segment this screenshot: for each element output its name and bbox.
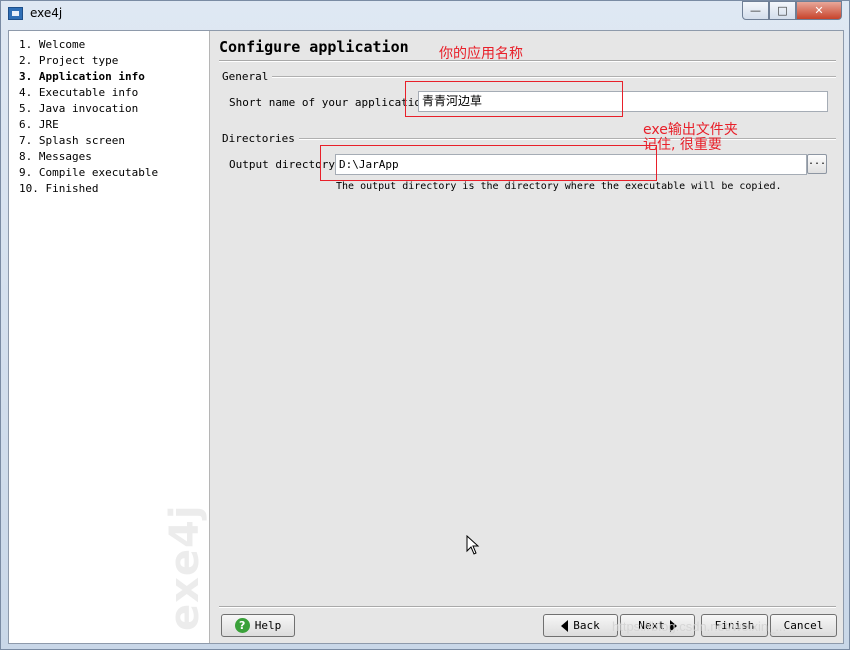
general-group-line — [222, 76, 836, 78]
step-item-active: 3. Application info — [19, 70, 145, 83]
step-item: 2. Project type — [19, 54, 119, 67]
header-divider — [219, 60, 836, 62]
exe4j-watermark: exe4j — [162, 504, 208, 631]
short-name-label: Short name of your application: — [229, 96, 435, 109]
page-title: Configure application — [219, 38, 409, 56]
back-button[interactable]: Back — [543, 614, 618, 637]
step-item: 8. Messages — [19, 150, 92, 163]
arrow-left-icon — [561, 619, 569, 632]
cancel-button-label: Cancel — [783, 619, 824, 632]
step-item: 4. Executable info — [19, 86, 139, 99]
close-button[interactable]: ✕ — [796, 1, 842, 20]
annotation-box-app-name — [405, 81, 623, 117]
step-item: 10. Finished — [19, 182, 99, 195]
output-directory-hint: The output directory is the directory wh… — [336, 181, 782, 192]
annotation-output-line2: 记住, 很重要 — [643, 137, 722, 153]
general-group-title: General — [222, 70, 273, 83]
back-button-label: Back — [573, 619, 600, 632]
window-title: exe4j — [30, 6, 63, 20]
help-button-label: Help — [254, 619, 282, 632]
step-item: 9. Compile executable — [19, 166, 159, 179]
directories-group-title: Directories — [222, 132, 299, 145]
footer-divider — [219, 606, 836, 608]
app-icon — [8, 7, 23, 20]
mouse-cursor-icon — [466, 535, 480, 555]
step-list: 1. Welcome 2. Project type 3. Applicatio… — [9, 31, 210, 643]
step-item: 5. Java invocation — [19, 102, 139, 115]
annotation-app-name: 你的应用名称 — [439, 46, 523, 62]
maximize-button[interactable]: □ — [769, 1, 796, 20]
annotation-box-output-dir — [320, 145, 657, 181]
step-item: 7. Splash screen — [19, 134, 125, 147]
step-item: 1. Welcome — [19, 38, 86, 51]
directories-group-line — [222, 138, 836, 140]
title-bar[interactable]: exe4j — □ ✕ — [1, 1, 849, 27]
browse-button[interactable]: ... — [807, 154, 827, 174]
help-icon: ? — [234, 618, 250, 633]
url-watermark: https://blog.csdn.net/weixin_... — [612, 619, 787, 634]
step-item: 6. JRE — [19, 118, 59, 131]
help-button[interactable]: ? Help — [221, 614, 295, 637]
minimize-button[interactable]: — — [742, 1, 769, 20]
annotation-output-line1: exe输出文件夹 — [643, 122, 738, 138]
